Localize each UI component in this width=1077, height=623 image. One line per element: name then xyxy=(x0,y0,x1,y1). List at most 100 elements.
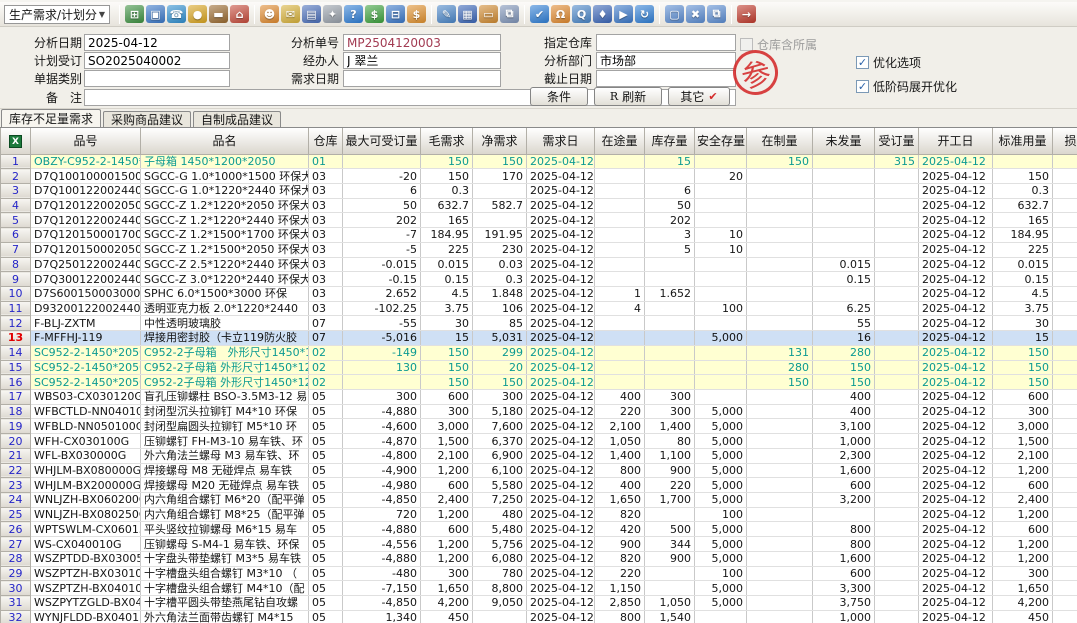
operator-input[interactable] xyxy=(343,52,501,69)
report-icon[interactable]: ✎ xyxy=(437,5,456,23)
users-icon[interactable]: ☻ xyxy=(260,5,279,23)
table-row[interactable]: 32WYNJFLDD-BX040150G外六角法兰面带齿螺钉 M4*15051,… xyxy=(1,610,1077,623)
table-row[interactable]: 19WFBLD-NN050100G封闭型扁圆头拉铆钉 M5*10 环05-4,6… xyxy=(1,419,1077,434)
exit-door-icon[interactable]: → xyxy=(737,5,756,23)
table-row[interactable]: 26WPTSWLM-CX060150G平头竖纹拉铆螺母 M6*15 易车05-4… xyxy=(1,522,1077,537)
table-row[interactable]: 28WSZPTDD-BX030050G十字盘头带垫螺钉 M3*5 易车铁05-4… xyxy=(1,551,1077,566)
checkbox-box[interactable]: ✓ xyxy=(856,80,869,93)
message-icon[interactable]: ✉ xyxy=(281,5,300,23)
table-row[interactable]: 15SC952-2-1450*2050-1C952-2子母箱 外形尺寸1450*… xyxy=(1,360,1077,375)
table-row[interactable]: 29WSZPTZH-BX030100G十字槽盘头组合螺钉 M3*10 （05-4… xyxy=(1,566,1077,581)
column-header[interactable]: 标准用量 xyxy=(993,128,1053,154)
close-window-icon[interactable]: ✖ xyxy=(686,5,705,23)
demand-date-input[interactable] xyxy=(343,70,501,87)
cell: -7,150 xyxy=(343,581,421,596)
table-row[interactable]: 7D7Q1201500020500GSGCC-Z 1.2*1500*2050 环… xyxy=(1,242,1077,257)
table-row[interactable]: 11D932001220024400G透明亚克力板 2.0*1220*24400… xyxy=(1,301,1077,316)
analysis-no-input[interactable] xyxy=(343,34,501,51)
home-icon[interactable]: ⌂ xyxy=(230,5,249,23)
table-row[interactable]: 21WFL-BX030000G外六角法兰螺母 M3 易车铁、环05-4,8002… xyxy=(1,448,1077,463)
table-row[interactable]: 6D7Q1201500017000GSGCC-Z 1.2*1500*1700 环… xyxy=(1,228,1077,243)
table-row[interactable]: 27WS-CX040010G压铆螺母 S-M4-1 易车铁、环保05-4,556… xyxy=(1,537,1077,552)
table-row[interactable]: 20WFH-CX030100G压铆螺钉 FH-M3-10 易车铁、环05-4,8… xyxy=(1,434,1077,449)
table-row[interactable]: 2D7Q1001000015000GSGCC-G 1.0*1000*1500 环… xyxy=(1,169,1077,184)
designated-warehouse-input[interactable] xyxy=(596,34,736,51)
help-icon[interactable]: ? xyxy=(344,5,363,23)
table-row[interactable]: 17WBS03-CX030120G盲孔压铆螺柱 BSO-3.5M3-12 易05… xyxy=(1,390,1077,405)
briefcase-icon[interactable]: ▬ xyxy=(209,5,228,23)
low-level-code-expand-checkbox[interactable]: ✓ 低阶码展开优化 xyxy=(856,78,957,95)
column-header[interactable]: 安全存量 xyxy=(695,128,747,154)
column-header[interactable]: 最大可受订量 xyxy=(343,128,421,154)
table-row[interactable]: 3D7Q1001220024400GSGCC-G 1.0*1220*2440 环… xyxy=(1,183,1077,198)
doc-type-input[interactable] xyxy=(84,70,230,87)
select-all-header[interactable]: X xyxy=(1,128,31,154)
other-button[interactable]: 其它 ✔ xyxy=(668,87,730,106)
doc-search-icon[interactable]: Q xyxy=(572,5,591,23)
table-row[interactable]: 25WNLJZH-BX080250G内六角组合螺钉 M8*25（配平弹05720… xyxy=(1,507,1077,522)
table-row[interactable]: 10D7S6001500030000GSPHC 6.0*1500*3000 环保… xyxy=(1,286,1077,301)
column-header[interactable]: 仓库 xyxy=(309,128,343,154)
table-row[interactable]: 14SC952-2-1450*2050-1C952-2子母箱 外形尺寸1450*… xyxy=(1,345,1077,360)
table-row[interactable]: 30WSZPTZH-BX040100G十字槽盘头组合螺钉 M4*10（配05-7… xyxy=(1,581,1077,596)
lock-key-icon[interactable]: ● xyxy=(188,5,207,23)
table-row[interactable]: 12F-BLJ-ZXTM中性透明玻璃胶07-5530852025-04-1255… xyxy=(1,316,1077,331)
plan-order-input[interactable] xyxy=(84,52,230,69)
condition-button[interactable]: 条件 xyxy=(530,87,588,106)
key-icon[interactable]: ✦ xyxy=(323,5,342,23)
row-number: 30 xyxy=(1,581,31,596)
org-tree-icon[interactable]: ⊞ xyxy=(125,5,144,23)
monitor-pointer-icon[interactable]: ▶ xyxy=(614,5,633,23)
monitor-icon[interactable]: ▣ xyxy=(146,5,165,23)
money-icon[interactable]: $ xyxy=(365,5,384,23)
network-icon[interactable]: ♦ xyxy=(593,5,612,23)
table-row[interactable]: 5D7Q1201220024400GSGCC-Z 1.2*1220*2440 环… xyxy=(1,213,1077,228)
column-header[interactable]: 毛需求 xyxy=(421,128,473,154)
column-header[interactable]: 品名 xyxy=(141,128,309,154)
cart-icon[interactable]: ⊟ xyxy=(386,5,405,23)
optimize-option-checkbox[interactable]: ✓ 优化选项 xyxy=(856,54,921,71)
window-icon[interactable]: ▢ xyxy=(665,5,684,23)
copy-pages-icon[interactable]: ⧉ xyxy=(500,5,519,23)
table-row[interactable]: 23WHJLM-BX200000G焊接螺母 M20 无碰焊点 易车铁05-4,9… xyxy=(1,478,1077,493)
cascade-windows-icon[interactable]: ⧉ xyxy=(707,5,726,23)
table-row[interactable]: 22WHJLM-BX080000G焊接螺母 M8 无碰焊点 易车铁05-4,90… xyxy=(1,463,1077,478)
tab-self-made-suggestion[interactable]: 自制成品建议 xyxy=(193,111,281,127)
table-row[interactable]: 1OBZY-C952-2-1450*2(子母箱 1450*1200*205001… xyxy=(1,154,1077,169)
column-header[interactable]: 损耗量 xyxy=(1053,128,1077,154)
checkbox-box[interactable]: ✓ xyxy=(856,56,869,69)
drawer-icon[interactable]: ▭ xyxy=(479,5,498,23)
column-header[interactable]: 库存量 xyxy=(645,128,695,154)
analysis-dept-input[interactable] xyxy=(596,52,736,69)
table-row[interactable]: 13F-MFFHJ-119焊接用密封胶（卡立119防火胶07-5,016155,… xyxy=(1,331,1077,346)
refresh-icon[interactable]: ↻ xyxy=(635,5,654,23)
refresh-button[interactable]: R 刷新 xyxy=(594,87,662,106)
column-header[interactable]: 净需求 xyxy=(473,128,527,154)
column-header[interactable]: 在途量 xyxy=(595,128,645,154)
table-row[interactable]: 24WNLJZH-BX060200G内六角组合螺钉 M6*20（配平弹05-4,… xyxy=(1,493,1077,508)
module-dropdown[interactable]: 生产需求/计划分 ▼ xyxy=(4,5,110,24)
table-row[interactable]: 16SC952-2-1450*2050-1C952-2子母箱 外形尺寸1450*… xyxy=(1,375,1077,390)
tab-stock-shortage-demand[interactable]: 库存不足量需求 xyxy=(1,109,101,127)
approve-check-icon[interactable]: ✔ xyxy=(530,5,549,23)
person-money-icon[interactable]: $ xyxy=(407,5,426,23)
column-header[interactable]: 受订量 xyxy=(875,128,919,154)
table-row[interactable]: 31WSZPYTZGLD-BX04015(十字槽平圆头带垫燕尾钻自攻螺05-4,… xyxy=(1,596,1077,611)
table-row[interactable]: 9D7Q3001220024400GSGCC-Z 3.0*1220*2440 环… xyxy=(1,272,1077,287)
card-icon[interactable]: ▤ xyxy=(302,5,321,23)
calculator-icon[interactable]: ▦ xyxy=(458,5,477,23)
deadline-input[interactable] xyxy=(596,70,736,87)
alert-bell-icon[interactable]: Ω xyxy=(551,5,570,23)
column-header[interactable]: 开工日 xyxy=(919,128,993,154)
column-header[interactable]: 未发量 xyxy=(813,128,875,154)
column-header[interactable]: 需求日 xyxy=(527,128,595,154)
table-row[interactable]: 18WFBCTLD-NN040100G封闭型沉头拉铆钉 M4*10 环保05-4… xyxy=(1,404,1077,419)
phone-icon[interactable]: ☎ xyxy=(167,5,186,23)
table-row[interactable]: 4D7Q1201220020500GSGCC-Z 1.2*1220*2050 环… xyxy=(1,198,1077,213)
column-header[interactable]: 品号 xyxy=(31,128,141,154)
excel-export-icon[interactable]: X xyxy=(9,135,22,148)
table-row[interactable]: 8D7Q2501220024400GSGCC-Z 2.5*1220*2440 环… xyxy=(1,257,1077,272)
analysis-date-input[interactable] xyxy=(84,34,230,51)
column-header[interactable]: 在制量 xyxy=(747,128,813,154)
tab-purchase-suggestion[interactable]: 采购商品建议 xyxy=(103,111,191,127)
